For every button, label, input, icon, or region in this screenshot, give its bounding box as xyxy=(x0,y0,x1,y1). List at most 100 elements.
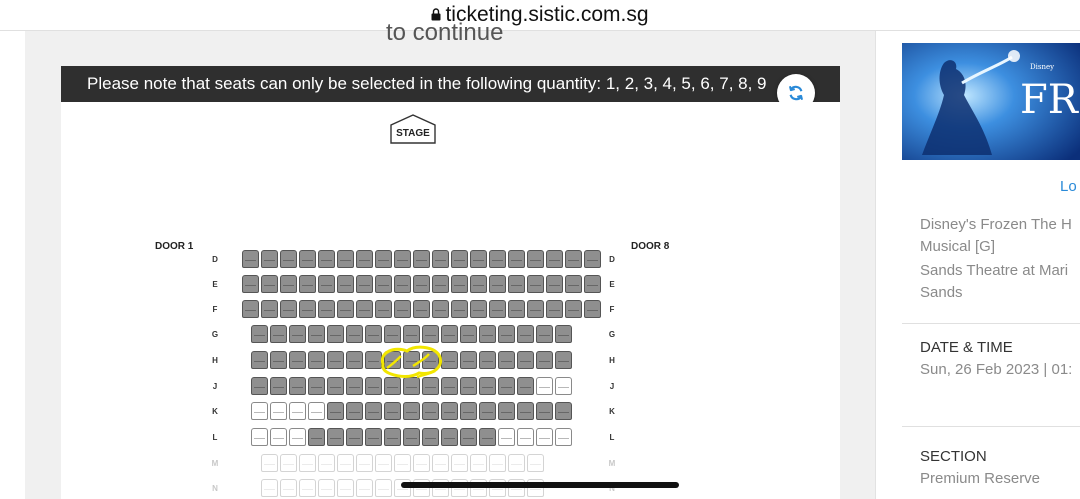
seat-faded xyxy=(280,479,297,497)
seat-taken xyxy=(251,351,268,369)
poster-brand-text: Disney xyxy=(1030,63,1054,71)
browser-address-bar[interactable]: ticketing.sistic.com.sg xyxy=(0,0,1080,31)
seat-taken xyxy=(242,275,259,293)
seat-taken xyxy=(555,325,572,343)
seat-map: STAGE DOOR 1 DOOR 8 DDEEFFGGHHJJKKLLMMNN xyxy=(61,102,840,499)
seat-taken xyxy=(346,402,363,420)
seat-taken xyxy=(536,402,553,420)
row-label-right: J xyxy=(609,382,615,391)
seat-taken xyxy=(460,325,477,343)
seat-faded xyxy=(432,454,449,472)
seat-avail[interactable] xyxy=(251,402,268,420)
seat-taken xyxy=(375,250,392,268)
seat-taken xyxy=(308,428,325,446)
seat-avail[interactable] xyxy=(536,428,553,446)
seat-taken xyxy=(470,250,487,268)
seat-taken xyxy=(479,351,496,369)
seat-taken xyxy=(394,250,411,268)
seat-faded xyxy=(337,454,354,472)
seat-taken xyxy=(565,300,582,318)
seat-taken xyxy=(498,325,515,343)
seat-faded xyxy=(337,479,354,497)
seat-taken xyxy=(489,275,506,293)
seat-taken xyxy=(413,300,430,318)
seat-avail[interactable] xyxy=(308,402,325,420)
stage-label: STAGE xyxy=(396,128,430,139)
seat-avail[interactable] xyxy=(289,428,306,446)
seat-taken xyxy=(375,300,392,318)
seat-taken xyxy=(346,351,363,369)
row-label-right: K xyxy=(609,407,615,416)
seat-taken xyxy=(451,275,468,293)
seat-avail[interactable] xyxy=(251,428,268,446)
seat-avail[interactable] xyxy=(289,402,306,420)
seat-taken xyxy=(251,325,268,343)
seat-avail[interactable] xyxy=(555,377,572,395)
seat-taken xyxy=(289,377,306,395)
seat-taken xyxy=(517,402,534,420)
seat-taken xyxy=(422,325,439,343)
seat-faded xyxy=(280,454,297,472)
seat-taken xyxy=(479,377,496,395)
seat-taken xyxy=(460,428,477,446)
seat-taken xyxy=(565,250,582,268)
seat-taken xyxy=(308,325,325,343)
seat-taken xyxy=(375,275,392,293)
seat-taken xyxy=(318,250,335,268)
seat-taken xyxy=(356,275,373,293)
seat-taken xyxy=(432,300,449,318)
seat-taken xyxy=(251,377,268,395)
seat-taken xyxy=(270,325,287,343)
seat-taken xyxy=(517,325,534,343)
row-label-right: L xyxy=(609,433,615,442)
row-label-right: H xyxy=(609,356,615,365)
seat-avail[interactable] xyxy=(555,428,572,446)
seat-faded xyxy=(299,454,316,472)
seat-taken xyxy=(242,300,259,318)
home-indicator xyxy=(401,482,679,488)
refresh-icon xyxy=(789,85,803,101)
section-value: Premium Reserve xyxy=(920,470,1041,487)
seat-taken xyxy=(498,377,515,395)
seat-faded xyxy=(318,479,335,497)
row-label-left: H xyxy=(212,356,218,365)
seat-taken xyxy=(242,250,259,268)
seat-taken xyxy=(318,300,335,318)
seat-taken xyxy=(479,402,496,420)
seat-faded xyxy=(375,454,392,472)
seat-taken xyxy=(546,300,563,318)
seat-taken xyxy=(280,250,297,268)
seat-avail[interactable] xyxy=(536,377,553,395)
row-label-left: L xyxy=(212,433,218,442)
seat-faded xyxy=(299,479,316,497)
seat-taken xyxy=(555,351,572,369)
seat-taken xyxy=(584,300,601,318)
door-right-label: DOOR 8 xyxy=(631,241,670,252)
seat-avail[interactable] xyxy=(517,428,534,446)
seat-taken xyxy=(308,351,325,369)
seat-taken xyxy=(261,300,278,318)
seat-faded xyxy=(261,479,278,497)
seat-avail[interactable] xyxy=(270,428,287,446)
seat-avail[interactable] xyxy=(498,428,515,446)
seat-taken xyxy=(289,325,306,343)
seat-taken xyxy=(270,351,287,369)
seat-row xyxy=(251,402,574,422)
seat-taken xyxy=(527,250,544,268)
url-display[interactable]: ticketing.sistic.com.sg xyxy=(0,3,1080,27)
seat-faded xyxy=(394,454,411,472)
seat-taken xyxy=(308,377,325,395)
seat-taken xyxy=(479,325,496,343)
seat-taken xyxy=(584,275,601,293)
sidebar-link[interactable]: Lo xyxy=(1060,178,1077,195)
seat-taken xyxy=(432,275,449,293)
row-label-left: F xyxy=(212,305,218,314)
seat-row xyxy=(251,325,574,345)
seat-taken xyxy=(356,300,373,318)
seat-taken xyxy=(441,325,458,343)
row-label-left: D xyxy=(212,255,218,264)
seat-taken xyxy=(508,250,525,268)
date-time-value: Sun, 26 Feb 2023 | 01: xyxy=(920,361,1073,378)
seat-avail[interactable] xyxy=(270,402,287,420)
event-title-line1: Disney's Frozen The H xyxy=(920,216,1072,233)
